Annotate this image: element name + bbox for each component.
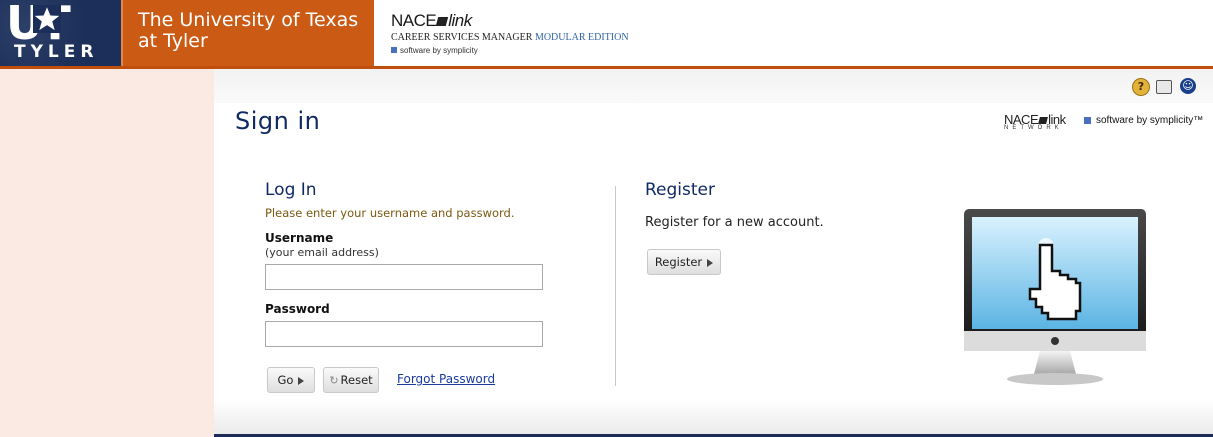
star-icon: [33, 5, 61, 33]
nace-link-logo: NACE link CAREER SERVICES MANAGER MODULAR…: [391, 11, 629, 55]
main-content: ? ☺ Sign in NACE link NETWORK software by…: [214, 69, 1213, 437]
section-divider: [615, 186, 616, 386]
university-banner: The University of Texas at Tyler: [121, 0, 374, 66]
utility-toolbar: ? ☺: [214, 69, 1213, 103]
csm-title: CAREER SERVICES MANAGER: [391, 32, 533, 43]
register-description: Register for a new account.: [645, 215, 824, 230]
footer-fade: [214, 399, 1213, 437]
site-header: UT TYLER The University of Texas at Tyle…: [0, 0, 1213, 66]
accessibility-icon[interactable]: ☺: [1180, 78, 1196, 94]
register-heading: Register: [645, 180, 715, 200]
password-label: Password: [265, 302, 330, 316]
symplicity-credit: software by symplicity™: [1084, 115, 1203, 126]
login-heading: Log In: [265, 180, 317, 200]
password-input[interactable]: [265, 321, 543, 347]
username-label: Username: [265, 231, 334, 245]
csm-edition: MODULAR EDITION: [534, 32, 629, 43]
left-sidebar: [0, 69, 214, 437]
username-sublabel: (your email address): [265, 246, 379, 259]
refresh-icon: ↻: [329, 374, 339, 387]
play-arrow-icon: [707, 258, 714, 267]
register-button[interactable]: Register: [647, 249, 721, 275]
print-icon[interactable]: [1156, 80, 1172, 94]
reset-button[interactable]: ↻ Reset: [323, 367, 379, 393]
nace-network-logo: NACE link NETWORK: [1004, 112, 1066, 131]
help-icon[interactable]: ?: [1132, 78, 1150, 96]
page-title: Sign in: [235, 107, 321, 135]
university-name: The University of Texas at Tyler: [138, 9, 359, 52]
ut-tyler-logo[interactable]: UT TYLER: [0, 0, 121, 66]
go-button[interactable]: Go: [267, 367, 315, 393]
software-by: software by symplicity: [400, 46, 478, 55]
login-hint: Please enter your username and password.: [265, 206, 515, 220]
play-arrow-icon: [298, 376, 305, 385]
logo-subtext: TYLER: [14, 42, 99, 62]
username-input[interactable]: [265, 264, 543, 290]
forgot-password-link[interactable]: Forgot Password: [397, 372, 495, 386]
monitor-illustration: [962, 209, 1152, 394]
